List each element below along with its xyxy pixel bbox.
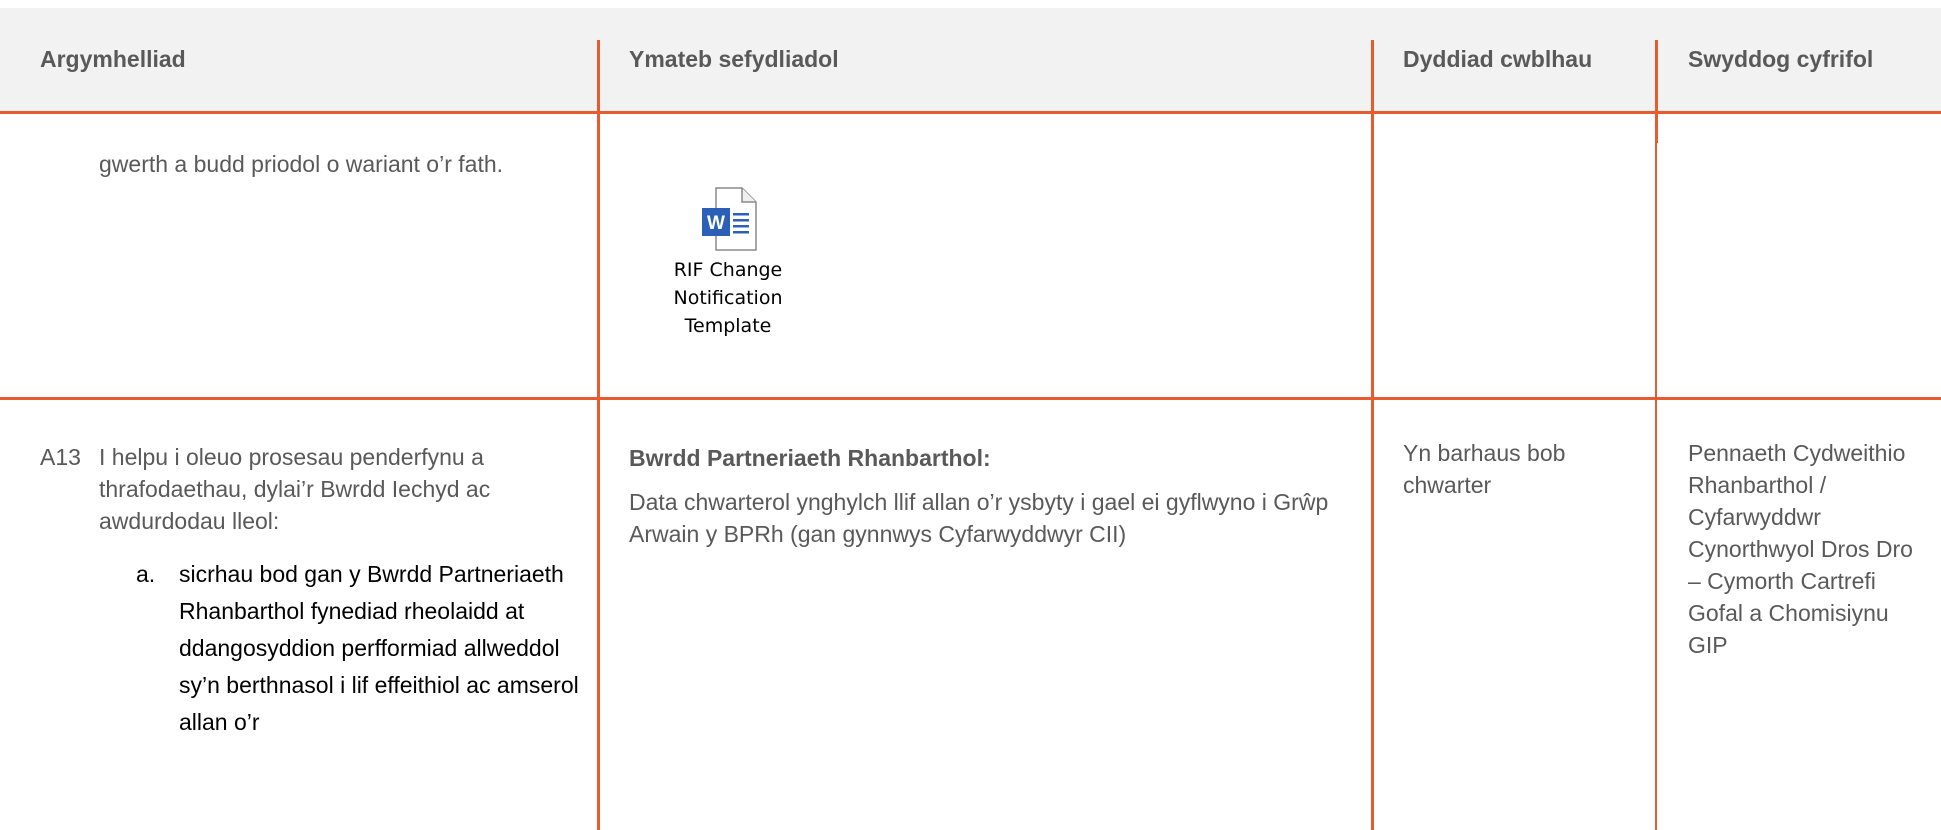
completion-date: Yn barhaus bob chwarter [1403, 440, 1566, 498]
header-response: Ymateb sefydliadol [629, 46, 839, 72]
recommendation-text: I helpu i oleuo prosesau penderfynu a th… [99, 444, 491, 534]
column-divider-3 [1655, 143, 1657, 830]
response-heading: Bwrdd Partneriaeth Rhanbarthol: [629, 445, 991, 471]
responsible-officer: Pennaeth Cydweithio Rhanbarthol / Cyfarw… [1688, 440, 1913, 658]
svg-text:W: W [707, 213, 725, 234]
header-recommendation: Argymhelliad [40, 46, 186, 72]
column-divider-2 [1371, 40, 1374, 830]
sub-item-letter: a. [136, 561, 156, 587]
embedded-attachment[interactable]: W RIF Change Notification Template [628, 186, 828, 340]
attachment-caption-line2: Notification Template [673, 287, 783, 337]
header-responsible-officer: Swyddog cyfrifol [1688, 46, 1874, 72]
recommendation-continuation: gwerth a budd priodol o wariant o’r fath… [99, 151, 504, 177]
row-divider [0, 397, 1941, 400]
header-completion-date: Dyddiad cwblhau [1403, 46, 1593, 72]
table-header-row [0, 8, 1941, 112]
attachment-caption-line1: RIF Change [673, 259, 783, 281]
recommendation-id: A13 [40, 444, 81, 470]
header-divider [0, 111, 1941, 114]
response-text: Data chwarterol ynghylch llif allan o’r … [629, 489, 1329, 547]
sub-item-text: sicrhau bod gan y Bwrdd Partneriaeth Rha… [179, 561, 579, 735]
column-divider-3-header [1655, 40, 1658, 143]
word-document-icon: W [702, 187, 757, 251]
